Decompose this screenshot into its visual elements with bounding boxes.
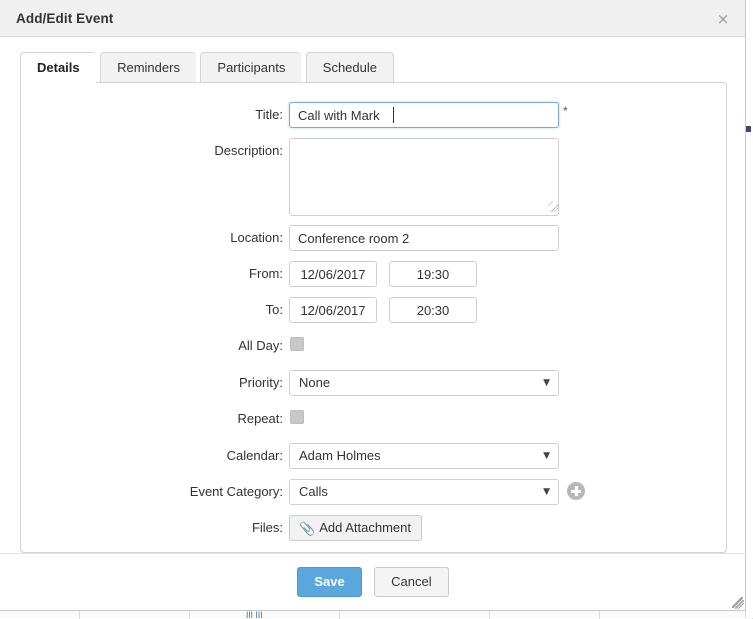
form-row-title: Title: *	[21, 102, 728, 128]
title-input[interactable]	[289, 102, 559, 128]
calendar-label: Calendar:	[226, 448, 283, 463]
plus-circle-icon[interactable]	[567, 482, 585, 500]
repeat-checkbox[interactable]	[290, 410, 304, 424]
paperclip-icon: 📎	[299, 522, 316, 537]
tab-bar: Details Reminders Participants Schedule	[20, 52, 394, 83]
event-category-select[interactable]: Calls ▼	[289, 479, 559, 505]
chevron-down-icon: ▼	[543, 487, 550, 497]
files-label: Files:	[251, 520, 283, 535]
tab-participants[interactable]: Participants	[200, 52, 302, 83]
form-row-description: Description:	[21, 138, 728, 218]
all-day-checkbox[interactable]	[290, 337, 304, 351]
repeat-label: Repeat:	[237, 411, 283, 426]
to-time-input[interactable]	[389, 297, 477, 323]
tab-reminders[interactable]: Reminders	[100, 52, 196, 83]
dialog-titlebar: Add/Edit Event ×	[0, 0, 745, 37]
from-label: From:	[249, 266, 283, 281]
tab-details[interactable]: Details	[20, 52, 96, 83]
from-date-input[interactable]	[289, 261, 377, 287]
cancel-button[interactable]: Cancel	[374, 567, 449, 597]
footer-divider	[0, 553, 746, 554]
description-label: Description:	[214, 143, 283, 158]
add-attachment-label: Add Attachment	[319, 520, 411, 535]
add-attachment-button[interactable]: 📎 Add Attachment	[289, 515, 422, 541]
calendar-select[interactable]: Adam Holmes ▼	[289, 443, 559, 469]
priority-select[interactable]: None ▼	[289, 370, 559, 396]
details-panel: Title: * Description: Location: From: To…	[20, 82, 727, 553]
description-textarea[interactable]	[289, 138, 559, 216]
add-edit-event-dialog: Add/Edit Event × Details Reminders Parti…	[0, 0, 746, 611]
dialog-resize-grip[interactable]	[731, 596, 744, 609]
background-table-row	[0, 610, 753, 619]
required-marker: *	[563, 104, 568, 118]
dialog-title: Add/Edit Event	[16, 11, 114, 26]
form-row-to: To:	[21, 297, 728, 323]
chevron-down-icon: ▼	[543, 378, 550, 388]
to-date-input[interactable]	[289, 297, 377, 323]
all-day-label: All Day:	[238, 338, 283, 353]
priority-selected-value: None	[299, 375, 331, 390]
location-label: Location:	[230, 230, 283, 245]
title-label: Title:	[255, 107, 283, 122]
chevron-down-icon: ▼	[543, 451, 550, 461]
event-category-label: Event Category:	[189, 484, 283, 499]
form-row-repeat: Repeat:	[21, 406, 728, 432]
text-caret	[393, 107, 394, 123]
calendar-selected-value: Adam Holmes	[299, 448, 381, 463]
dialog-footer: Save Cancel	[0, 567, 746, 597]
form-row-priority: Priority: None ▼	[21, 370, 728, 396]
close-icon[interactable]: ×	[714, 10, 732, 28]
form-row-event-category: Event Category: Calls ▼	[21, 479, 728, 505]
to-label: To:	[265, 302, 283, 317]
background-table-text: ||| |||	[246, 611, 263, 618]
save-button[interactable]: Save	[297, 567, 362, 597]
form-row-from: From:	[21, 261, 728, 287]
form-row-files: Files: 📎 Add Attachment	[21, 515, 728, 541]
form-row-all-day: All Day:	[21, 333, 728, 359]
form-row-calendar: Calendar: Adam Holmes ▼	[21, 443, 728, 469]
from-time-input[interactable]	[389, 261, 477, 287]
background-right-rail	[745, 0, 753, 618]
priority-label: Priority:	[238, 375, 283, 390]
tab-schedule[interactable]: Schedule	[305, 52, 394, 83]
event-category-selected-value: Calls	[299, 484, 328, 499]
form-row-location: Location:	[21, 225, 728, 251]
location-input[interactable]	[289, 225, 559, 251]
